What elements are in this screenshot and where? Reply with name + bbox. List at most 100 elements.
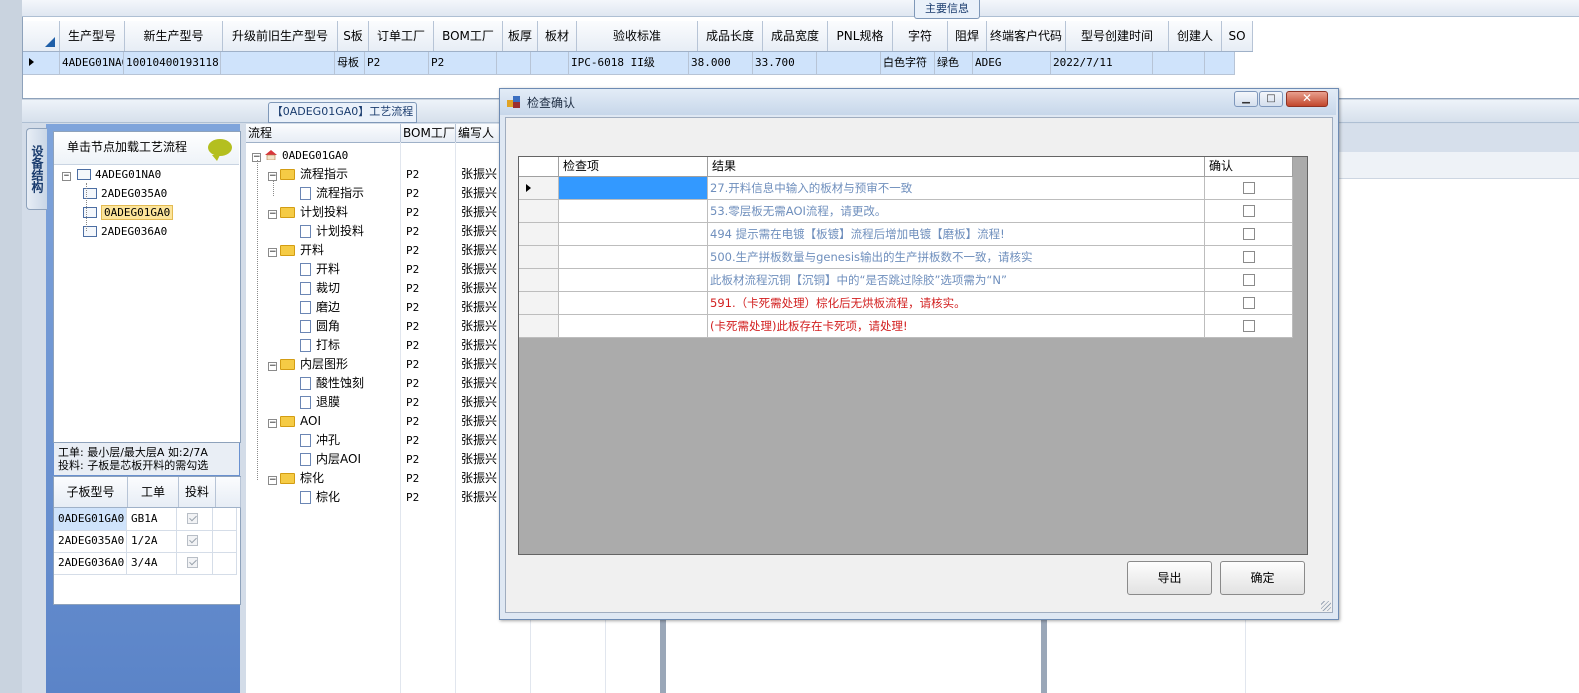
main-col-10[interactable]: 成品宽度	[763, 21, 828, 51]
flow-cell-bom[interactable]: P2	[401, 393, 456, 412]
sub-col-1[interactable]: 工单	[128, 477, 179, 507]
ok-button[interactable]: 确定	[1220, 561, 1305, 595]
check-cell-confirm[interactable]	[1205, 177, 1293, 199]
flow-node[interactable]: 磨边	[300, 300, 340, 314]
main-col-15[interactable]: 型号创建时间	[1066, 21, 1169, 51]
main-col-8[interactable]: 验收标准	[577, 21, 698, 51]
collapse-icon[interactable]: −	[268, 476, 277, 485]
flow-row[interactable]: 酸性蚀刻 P2 张振兴	[246, 374, 506, 393]
main-cell-13[interactable]: 绿色	[935, 52, 973, 74]
close-button[interactable]: ✕	[1286, 91, 1328, 107]
check-cell-confirm[interactable]	[1205, 246, 1293, 268]
check-cell-confirm[interactable]	[1205, 223, 1293, 245]
check-row-header[interactable]	[519, 315, 559, 337]
main-cell-15[interactable]: 2022/7/11	[1051, 52, 1153, 74]
flow-node[interactable]: 裁切	[300, 281, 340, 295]
sub-cell-model[interactable]: 2ADEG035A0	[54, 530, 127, 552]
flow-row[interactable]: − 棕化 P2 张振兴	[246, 469, 506, 488]
flow-row[interactable]: 棕化 P2 张振兴	[246, 488, 506, 507]
main-cell-7[interactable]	[531, 52, 569, 74]
collapse-icon[interactable]: −	[268, 210, 277, 219]
flow-row[interactable]: 裁切 P2 张振兴	[246, 279, 506, 298]
flow-node[interactable]: − AOI	[268, 414, 321, 428]
main-cell-9[interactable]: 38.000	[689, 52, 753, 74]
sub-cell-feed[interactable]	[177, 508, 213, 530]
flow-node[interactable]: −0ADEG01GA0	[252, 148, 348, 162]
flow-cell-bom[interactable]: P2	[401, 241, 456, 260]
main-col-1[interactable]: 新生产型号	[125, 21, 223, 51]
feed-checkbox[interactable]	[187, 513, 198, 524]
main-cell-14[interactable]: ADEG	[973, 52, 1051, 74]
flow-node[interactable]: 计划投料	[300, 224, 364, 238]
sub-cell-model[interactable]: 0ADEG01GA0	[54, 508, 127, 530]
flow-node[interactable]: − 流程指示	[268, 167, 348, 181]
flow-node[interactable]: − 内层图形	[268, 357, 348, 371]
flow-row[interactable]: − 开料 P2 张振兴	[246, 241, 506, 260]
check-cell-result[interactable]: (卡死需处理)此板存在卡死项，请处理!	[708, 315, 1205, 337]
main-cell-8[interactable]: IPC-6018 II级	[569, 52, 689, 74]
main-col-12[interactable]: 字符	[893, 21, 948, 51]
flow-node[interactable]: − 开料	[268, 243, 324, 257]
main-cell-0[interactable]: 4ADEG01NA0	[60, 52, 124, 74]
main-col-6[interactable]: 板厚	[503, 21, 538, 51]
flow-cell-bom[interactable]: P2	[401, 298, 456, 317]
main-col-16[interactable]: 创建人	[1169, 21, 1222, 51]
check-row[interactable]: 494 提示需在电镀【板镀】流程后增加电镀【磨板】流程!	[519, 223, 1293, 246]
main-cell-5[interactable]: P2	[429, 52, 497, 74]
sub-cell-feed[interactable]	[177, 530, 213, 552]
sub-row[interactable]: 0ADEG01GA0 GB1A	[54, 508, 237, 531]
flow-row[interactable]: 圆角 P2 张振兴	[246, 317, 506, 336]
flow-node[interactable]: 打标	[300, 338, 340, 352]
feed-checkbox[interactable]	[187, 535, 198, 546]
main-cell-3[interactable]: 母板	[335, 52, 365, 74]
main-col-17[interactable]: SO	[1222, 21, 1253, 51]
flow-row[interactable]: 磨边 P2 张振兴	[246, 298, 506, 317]
export-button[interactable]: 导出	[1127, 561, 1212, 595]
check-cell-result[interactable]: 此板材流程沉铜【沉铜】中的“是否跳过除胶”选项需为“N”	[708, 269, 1205, 291]
flow-node[interactable]: − 计划投料	[268, 205, 348, 219]
flow-cell-bom[interactable]: P2	[401, 374, 456, 393]
confirm-checkbox[interactable]	[1243, 182, 1255, 194]
confirm-checkbox[interactable]	[1243, 320, 1255, 332]
check-row-header[interactable]	[519, 200, 559, 222]
collapse-icon[interactable]: −	[268, 362, 277, 371]
sub-col-0[interactable]: 子板型号	[54, 477, 128, 507]
check-cell-item[interactable]	[559, 223, 708, 245]
check-cell-confirm[interactable]	[1205, 292, 1293, 314]
flow-row[interactable]: 退膜 P2 张振兴	[246, 393, 506, 412]
sub-cell-order[interactable]: 1/2A	[127, 530, 177, 552]
flow-row[interactable]: 冲孔 P2 张振兴	[246, 431, 506, 450]
flow-cell-bom[interactable]: P2	[401, 184, 456, 203]
main-cell-17[interactable]	[1205, 52, 1235, 74]
check-cell-result[interactable]: 494 提示需在电镀【板镀】流程后增加电镀【磨板】流程!	[708, 223, 1205, 245]
confirm-checkbox[interactable]	[1243, 205, 1255, 217]
main-col-0[interactable]: 生产型号	[60, 21, 125, 51]
main-col-14[interactable]: 终端客户代码	[987, 21, 1066, 51]
main-info-tab[interactable]: 主要信息	[914, 0, 980, 19]
check-cell-confirm[interactable]	[1205, 200, 1293, 222]
check-cell-result[interactable]: 500.生产拼板数量与genesis输出的生产拼板数不一致，请核实	[708, 246, 1205, 268]
check-row-header[interactable]	[519, 292, 559, 314]
flow-row[interactable]: 计划投料 P2 张振兴	[246, 222, 506, 241]
main-col-5[interactable]: BOM工厂	[434, 21, 503, 51]
check-cell-item[interactable]	[559, 246, 708, 268]
sub-cell-order[interactable]: 3/4A	[127, 552, 177, 574]
flow-row[interactable]: −0ADEG01GA0	[246, 146, 506, 165]
flow-node[interactable]: 流程指示	[300, 186, 364, 200]
flow-cell-bom[interactable]: P2	[401, 488, 456, 507]
main-cell-6[interactable]	[497, 52, 531, 74]
check-row[interactable]: 53.零层板无需AOI流程，请更改。	[519, 200, 1293, 223]
col-confirm[interactable]: 确认	[1205, 157, 1293, 176]
tree-node[interactable]: 0ADEG01GA0	[83, 205, 174, 221]
flow-cell-bom[interactable]: P2	[401, 431, 456, 450]
flow-node[interactable]: 开料	[300, 262, 340, 276]
tree-node[interactable]: − 4ADEG01NA0	[62, 167, 161, 183]
sub-row[interactable]: 2ADEG035A0 1/2A	[54, 530, 237, 553]
confirm-checkbox[interactable]	[1243, 251, 1255, 263]
flow-cell-bom[interactable]: P2	[401, 260, 456, 279]
flow-cell-bom[interactable]: P2	[401, 203, 456, 222]
sub-col-2[interactable]: 投料	[179, 477, 216, 507]
check-cell-result[interactable]: 53.零层板无需AOI流程，请更改。	[708, 200, 1205, 222]
check-cell-confirm[interactable]	[1205, 269, 1293, 291]
flow-node[interactable]: 酸性蚀刻	[300, 376, 364, 390]
